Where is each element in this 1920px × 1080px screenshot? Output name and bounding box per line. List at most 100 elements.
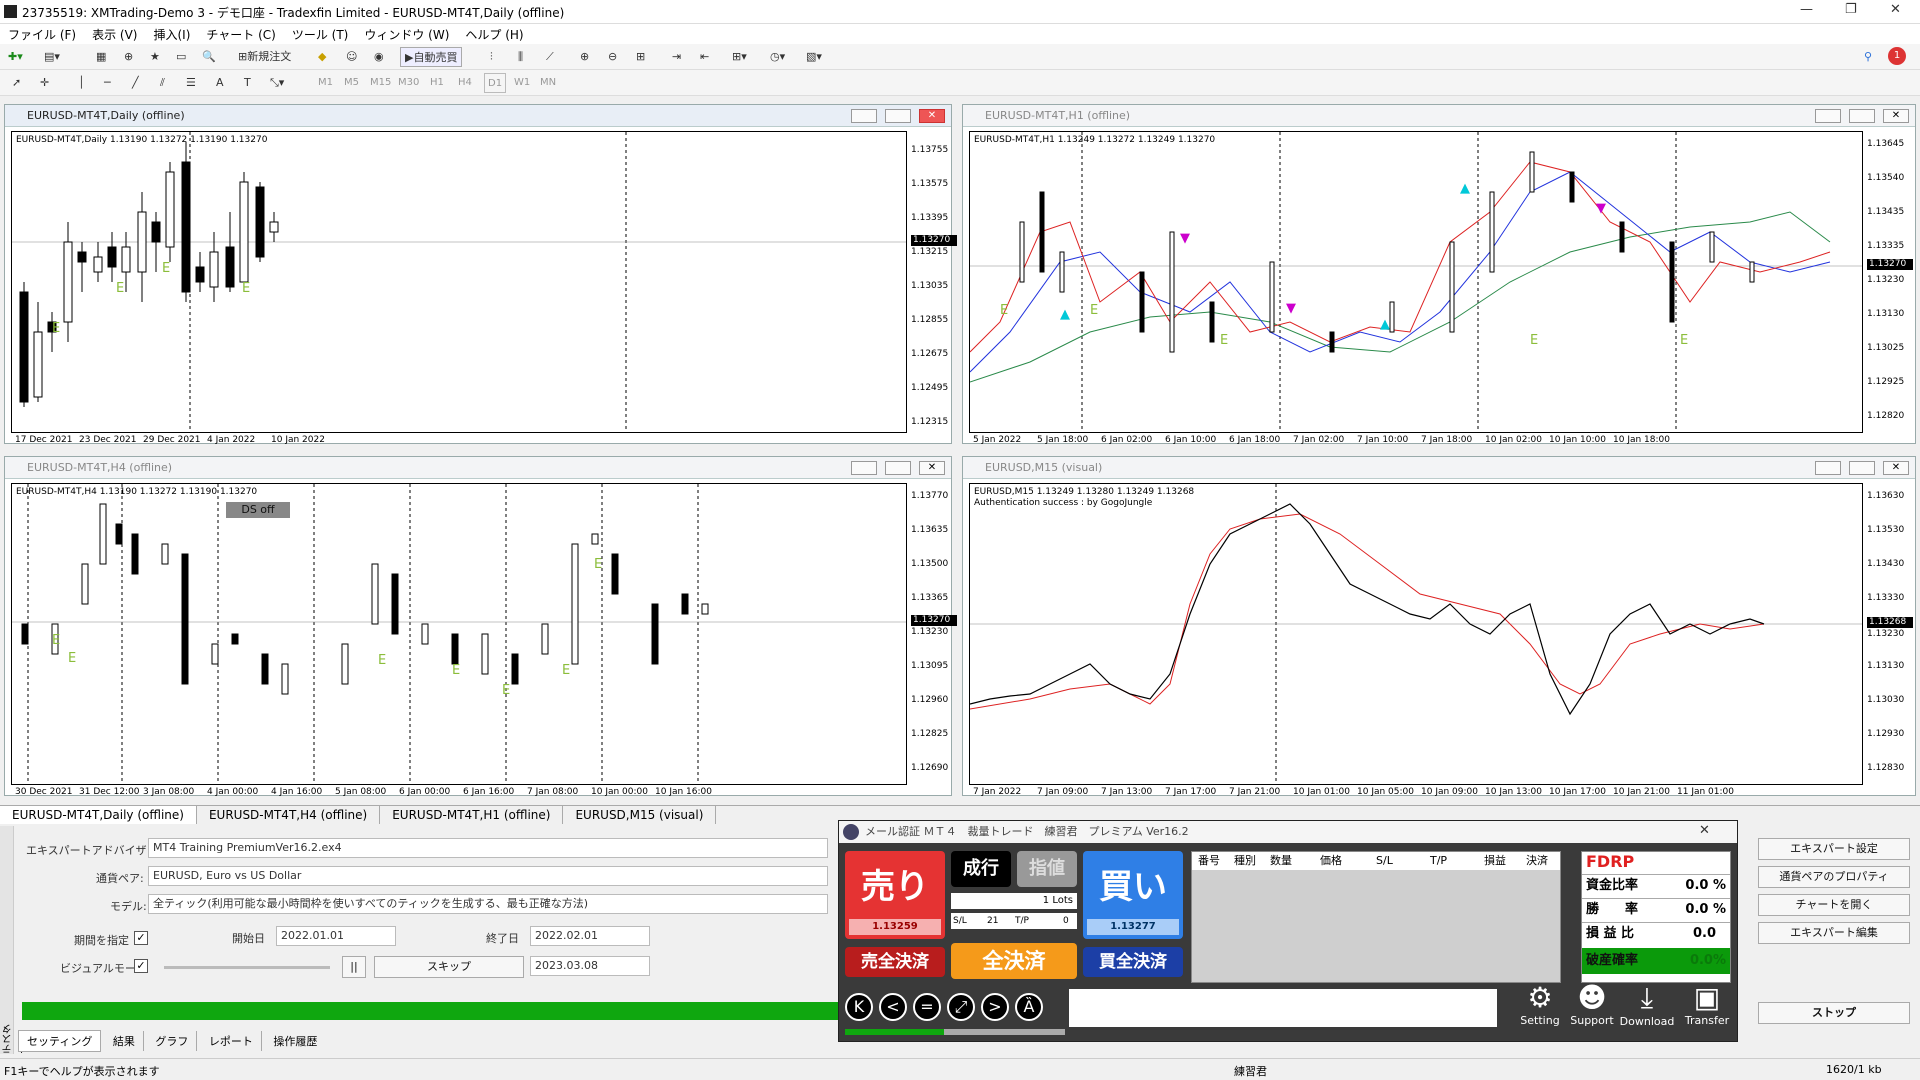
channel-icon[interactable]: ⫽: [160, 73, 165, 93]
trendline-icon[interactable]: ╱: [132, 73, 139, 93]
chart-close-button[interactable]: ✕: [919, 109, 945, 123]
step-forward-button[interactable]: >: [981, 993, 1009, 1021]
pause-button[interactable]: ||: [342, 956, 366, 978]
zoom-in-icon[interactable]: ⊕: [580, 47, 589, 67]
text-icon[interactable]: A: [216, 73, 224, 93]
menu-file[interactable]: ファイル (F): [0, 24, 84, 45]
tf-m5[interactable]: M5: [344, 73, 359, 93]
close-sell-button[interactable]: 売全決済: [845, 947, 945, 977]
new-chart-icon[interactable]: ✚▾: [8, 47, 23, 67]
tf-mn[interactable]: MN: [540, 73, 556, 93]
step-back-button[interactable]: <: [879, 993, 907, 1021]
limit-order-button[interactable]: 指値: [1017, 851, 1077, 887]
open-chart-button[interactable]: チャートを開く: [1758, 894, 1910, 916]
maximize-button[interactable]: ❐: [1845, 2, 1857, 17]
expert-settings-button[interactable]: エキスパート設定: [1758, 838, 1910, 860]
edit-expert-button[interactable]: エキスパート編集: [1758, 922, 1910, 944]
symbol-properties-button[interactable]: 通貨ペアのプロパティ: [1758, 866, 1910, 888]
tf-m15[interactable]: M15: [370, 73, 391, 93]
chart-close-button[interactable]: ✕: [1883, 461, 1909, 475]
tab-results[interactable]: 結果: [105, 1031, 144, 1051]
chart-maximize-button[interactable]: [1849, 109, 1875, 123]
menu-tools[interactable]: ツール (T): [284, 24, 357, 45]
chart-maximize-button[interactable]: [885, 461, 911, 475]
close-buy-button[interactable]: 買全決済: [1083, 947, 1183, 977]
trade-panel[interactable]: メール認証 ＭＴ４ 裁量トレード 練習君 プレミアム Ver16.2 ✕ 売り …: [838, 820, 1738, 1042]
message-field[interactable]: [1069, 989, 1497, 1027]
vertical-line-icon[interactable]: │: [78, 73, 85, 93]
arrows-icon[interactable]: ⤡▾: [270, 73, 284, 93]
tf-w1[interactable]: W1: [514, 73, 530, 93]
new-order-button[interactable]: ⊞新規注文: [238, 47, 291, 67]
menu-view[interactable]: 表示 (V): [84, 24, 145, 45]
chart-window-daily[interactable]: EURUSD-MT4T,Daily (offline) ✕ EURUSD-MT4…: [4, 104, 957, 445]
menu-window[interactable]: ウィンドウ (W): [356, 24, 457, 45]
menu-chart[interactable]: チャート (C): [198, 24, 283, 45]
bar-chart-icon[interactable]: ⫶: [490, 47, 493, 67]
candle-chart-icon[interactable]: ⫼: [518, 47, 523, 67]
tab-journal[interactable]: 操作履歴: [265, 1031, 325, 1051]
tester-icon[interactable]: 🔍: [202, 47, 216, 67]
period-checkbox[interactable]: ✓: [134, 931, 148, 945]
tab-daily[interactable]: EURUSD-MT4T,Daily (offline): [0, 806, 197, 824]
close-button[interactable]: ✕: [1890, 2, 1901, 17]
chart-shift-icon[interactable]: ⇥: [672, 47, 681, 67]
chart-window-h1[interactable]: EURUSD-MT4T,H1 (offline) ✕ EURUSD-MT4T,H…: [962, 104, 1916, 445]
transfer-button[interactable]: ▣ Transfer: [1679, 981, 1735, 1037]
symbol-select[interactable]: EURUSD, Euro vs US Dollar: [148, 866, 828, 886]
sltp-fields[interactable]: S/L 21 T/P 0: [951, 913, 1077, 929]
chart-window-m15[interactable]: EURUSD,M15 (visual) ✕ EURUSD,M15 1.13249…: [962, 456, 1916, 797]
chart-maximize-button[interactable]: [1849, 461, 1875, 475]
chart-minimize-button[interactable]: [851, 109, 877, 123]
market-watch-icon[interactable]: ▦: [96, 47, 106, 67]
support-button[interactable]: ☻ Support: [1567, 981, 1617, 1037]
line-chart-icon[interactable]: ⟋: [546, 47, 554, 67]
chart-maximize-button[interactable]: [885, 109, 911, 123]
terminal-icon[interactable]: ▭: [176, 47, 186, 67]
chart-plot[interactable]: EURUSD-MT4T,Daily 1.13190 1.13272 1.1319…: [11, 131, 907, 433]
chart-plot[interactable]: EURUSD-MT4T,H1 1.13249 1.13272 1.13249 1…: [969, 131, 1863, 433]
positions-table[interactable]: 番号 種別 数量 価格 S/L T/P 損益 決済: [1191, 851, 1561, 983]
close-all-button[interactable]: 全決済: [951, 943, 1077, 979]
tab-m15[interactable]: EURUSD,M15 (visual): [563, 806, 717, 824]
tf-h1[interactable]: H1: [430, 73, 444, 93]
first-step-button[interactable]: K: [845, 993, 873, 1021]
text-label-icon[interactable]: T: [244, 73, 251, 93]
tab-settings[interactable]: セッティング: [18, 1030, 102, 1052]
tab-report[interactable]: レポート: [201, 1031, 262, 1051]
cursor-icon[interactable]: ➚: [12, 73, 21, 93]
periods-icon[interactable]: ◷▾: [770, 47, 785, 67]
tab-h1[interactable]: EURUSD-MT4T,H1 (offline): [380, 806, 564, 824]
panel-close-icon[interactable]: ✕: [1699, 823, 1710, 838]
chart-plot[interactable]: EURUSD,M15 1.13249 1.13280 1.13249 1.132…: [969, 483, 1863, 785]
last-step-button[interactable]: Ȁ: [1015, 993, 1043, 1021]
stop-button[interactable]: ストップ: [1758, 1002, 1910, 1024]
visual-mode-checkbox[interactable]: ✓: [134, 959, 148, 973]
fibonacci-icon[interactable]: ☰: [186, 73, 196, 93]
tab-h4[interactable]: EURUSD-MT4T,H4 (offline): [197, 806, 381, 824]
tf-m30[interactable]: M30: [398, 73, 419, 93]
buy-button[interactable]: 買い 1.13277: [1083, 851, 1183, 939]
lots-field[interactable]: 1 Lots: [951, 893, 1077, 909]
skip-date-field[interactable]: 2023.03.08: [530, 956, 650, 976]
navigator-icon[interactable]: ★: [150, 47, 160, 67]
download-button[interactable]: ⤓ Download: [1619, 981, 1675, 1037]
search-icon[interactable]: ⚲: [1864, 47, 1872, 67]
menu-help[interactable]: ヘルプ (H): [457, 24, 531, 45]
metaeditor-icon[interactable]: ◆: [318, 47, 326, 67]
expand-button[interactable]: ⤢: [947, 993, 975, 1021]
chart-window-h4[interactable]: EURUSD-MT4T,H4 (offline) ✕ EURUSD-MT4T,H…: [4, 456, 957, 797]
notification-badge[interactable]: 1: [1888, 47, 1906, 65]
start-date-field[interactable]: 2022.01.01: [276, 926, 396, 946]
chart-minimize-button[interactable]: [851, 461, 877, 475]
data-window-icon[interactable]: ⊕: [124, 47, 133, 67]
model-select[interactable]: 全ティック(利用可能な最小時間枠を使いすべてのティックを生成する、最も正確な方法…: [148, 894, 828, 914]
autoscroll-icon[interactable]: ⇤: [700, 47, 709, 67]
chart-plot[interactable]: EURUSD-MT4T,H4 1.13190 1.13272 1.13190 1…: [11, 483, 907, 785]
auto-trade-button[interactable]: ▶自動売買: [400, 47, 463, 67]
pause-step-button[interactable]: =: [913, 993, 941, 1021]
tf-d1[interactable]: D1: [484, 73, 507, 93]
speed-slider[interactable]: [164, 966, 330, 969]
menu-insert[interactable]: 挿入(I): [145, 24, 198, 45]
chart-minimize-button[interactable]: [1815, 461, 1841, 475]
